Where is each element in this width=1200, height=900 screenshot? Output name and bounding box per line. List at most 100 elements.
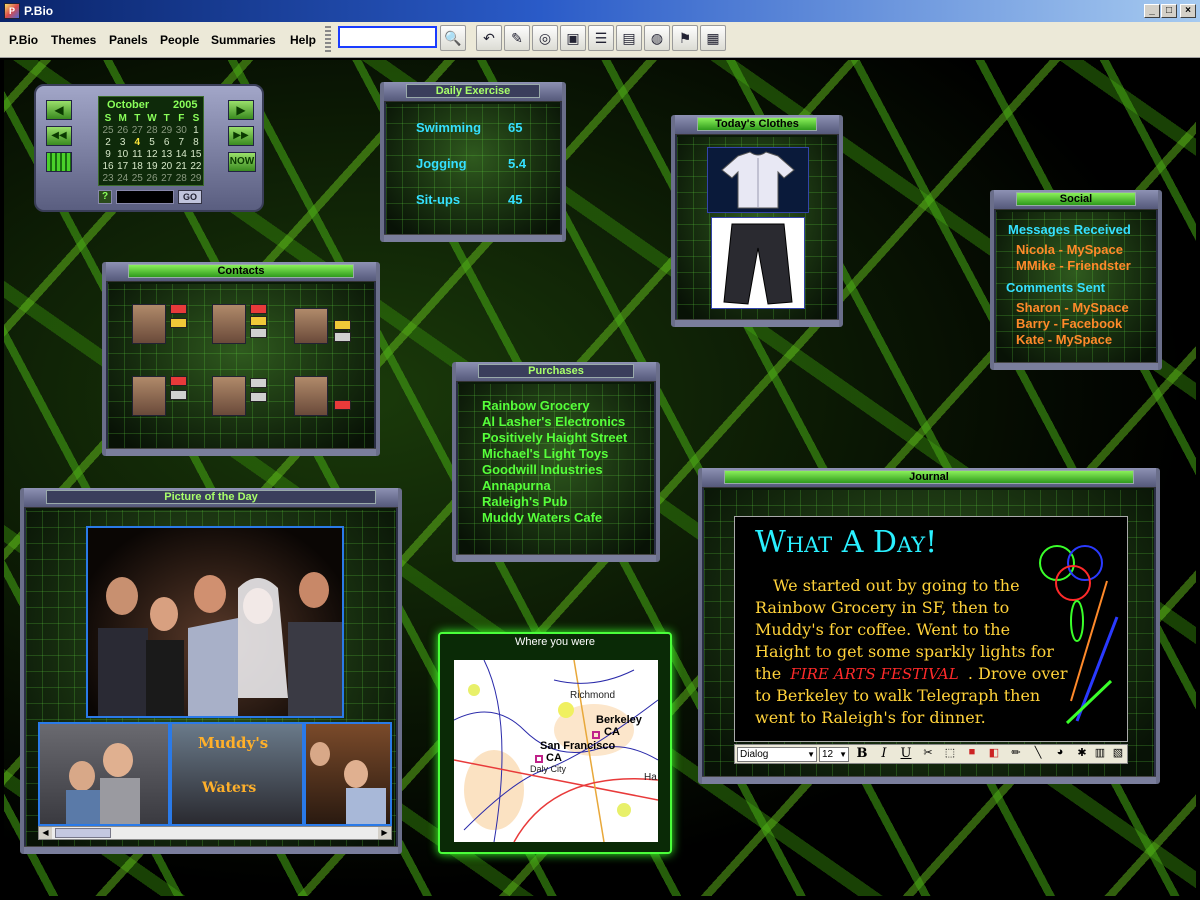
calendar-day[interactable]: 13 [160,149,174,161]
maximize-button[interactable]: □ [1161,4,1177,18]
photo-scrollbar[interactable]: ◀ ▶ [38,826,392,840]
list-icon[interactable]: ☰ [588,25,614,51]
calendar-day[interactable]: 6 [160,137,174,149]
calendar-help-button[interactable]: ? [98,190,112,204]
calendar-day[interactable]: 1 [189,125,203,137]
panel-titlebar[interactable]: Daily Exercise [384,82,562,102]
phone-icon[interactable] [170,304,187,314]
minimize-button[interactable]: _ [1144,4,1160,18]
calendar-day[interactable]: 18 [130,161,144,173]
sticker-icon[interactable]: ✱ [1073,746,1091,763]
italic-button[interactable]: I [875,746,893,763]
chat-icon[interactable] [250,328,267,338]
calendar-day[interactable]: 10 [116,149,130,161]
calendar-day[interactable]: 20 [160,161,174,173]
next-year-button[interactable]: ▶▶ [228,126,254,146]
comment-item[interactable]: Sharon - MySpace [1016,300,1129,315]
palette-icon[interactable]: ◕ [1051,746,1069,763]
menu-panels[interactable]: Panels [109,33,148,47]
calendar-day[interactable]: 3 [116,137,130,149]
calendar-day[interactable]: 28 [174,173,188,185]
phone-icon[interactable] [334,400,351,410]
chat-icon[interactable] [334,332,351,342]
eraser-icon[interactable]: ■ [963,746,981,763]
menu-summaries[interactable]: Summaries [211,33,276,47]
table-icon[interactable]: ▥ [1091,746,1109,763]
contact-photo[interactable] [212,304,246,344]
message-item[interactable]: Nicola - MySpace [1016,242,1123,257]
prev-year-button[interactable]: ◀◀ [46,126,72,146]
purchase-item[interactable]: Al Lasher's Electronics [482,414,625,429]
search-icon[interactable]: 🔍 [440,25,466,51]
pencil-icon[interactable]: ✏ [1007,746,1025,763]
mail-icon[interactable] [250,316,267,326]
calendar-day[interactable]: 26 [116,125,130,137]
mail-icon[interactable] [334,320,351,330]
calendar-day[interactable]: 8 [189,137,203,149]
panel-titlebar[interactable]: Social [994,190,1158,210]
calendar-day[interactable]: 2 [101,137,115,149]
chat-icon[interactable] [250,392,267,402]
calendar-day[interactable]: 27 [160,173,174,185]
journal-editor[interactable]: What A Day! We started out by going to t… [734,516,1128,742]
panel-titlebar[interactable]: Purchases [456,362,656,382]
calendar-day[interactable]: 19 [145,161,159,173]
contact-photo[interactable] [132,376,166,416]
calendar-day[interactable]: 30 [174,125,188,137]
mail-icon[interactable] [170,318,187,328]
contact-photo[interactable] [294,308,328,344]
disc-icon[interactable]: ◎ [532,25,558,51]
comment-item[interactable]: Kate - MySpace [1016,332,1112,347]
purchase-item[interactable]: Annapurna [482,478,551,493]
close-button[interactable]: × [1180,4,1196,18]
shirt-image[interactable] [707,147,809,213]
globe-icon[interactable]: ◍ [644,25,670,51]
panel-titlebar[interactable]: Picture of the Day [24,488,398,508]
thumb-photo[interactable] [38,722,170,826]
calendar-day[interactable]: 24 [116,173,130,185]
calendar-day[interactable]: 15 [189,149,203,161]
calendar-day[interactable]: 12 [145,149,159,161]
toolbar-grip[interactable] [325,26,331,52]
bold-button[interactable]: B [853,746,871,763]
map-view[interactable]: Richmond Berkeley CA San Francisco CA Da… [454,660,658,842]
purchase-item[interactable]: Positively Haight Street [482,430,627,445]
thumb-photo[interactable] [304,722,392,826]
search-input[interactable] [338,26,437,48]
calendar-day[interactable]: 5 [145,137,159,149]
scroll-thumb[interactable] [55,828,111,838]
pants-image[interactable] [711,217,805,309]
line-icon[interactable]: ╲ [1029,746,1047,763]
font-name-select[interactable]: Dialog ▼ [737,747,817,762]
calendar-day[interactable]: 26 [145,173,159,185]
now-button[interactable]: NOW [228,152,256,172]
calendar-day[interactable]: 14 [174,149,188,161]
calendar-day[interactable]: 27 [130,125,144,137]
chat-icon[interactable] [250,378,267,388]
thumb-photo[interactable]: Muddy's Waters [170,722,304,826]
calendar-day[interactable]: 29 [189,173,203,185]
main-photo[interactable] [86,526,344,718]
calendar-day[interactable]: 22 [189,161,203,173]
calendar-go-button[interactable]: GO [178,190,202,204]
calendar-day[interactable]: 25 [130,173,144,185]
panel-titlebar[interactable]: Journal [702,468,1156,488]
flag-icon[interactable]: ⚑ [672,25,698,51]
select-icon[interactable]: ⬚ [941,746,959,763]
phone-icon[interactable] [250,304,267,314]
scroll-left-button[interactable]: ◀ [39,827,52,839]
prev-month-button[interactable]: ◀ [46,100,72,120]
calendar-day[interactable]: 11 [130,149,144,161]
notes-icon[interactable]: ▤ [616,25,642,51]
message-item[interactable]: MMike - Friendster [1016,258,1131,273]
panel-titlebar[interactable]: Today's Clothes [675,115,839,135]
calendar-day[interactable]: 7 [174,137,188,149]
image-icon[interactable]: ▦ [700,25,726,51]
eraser-icon[interactable]: ✎ [504,25,530,51]
save-icon[interactable]: ▣ [560,25,586,51]
panel-titlebar[interactable]: Contacts [106,262,376,282]
calendar-day[interactable]: 23 [101,173,115,185]
menu-pbio[interactable]: P.Bio [9,33,38,47]
font-size-select[interactable]: 12 ▼ [819,747,849,762]
comment-item[interactable]: Barry - Facebook [1016,316,1122,331]
